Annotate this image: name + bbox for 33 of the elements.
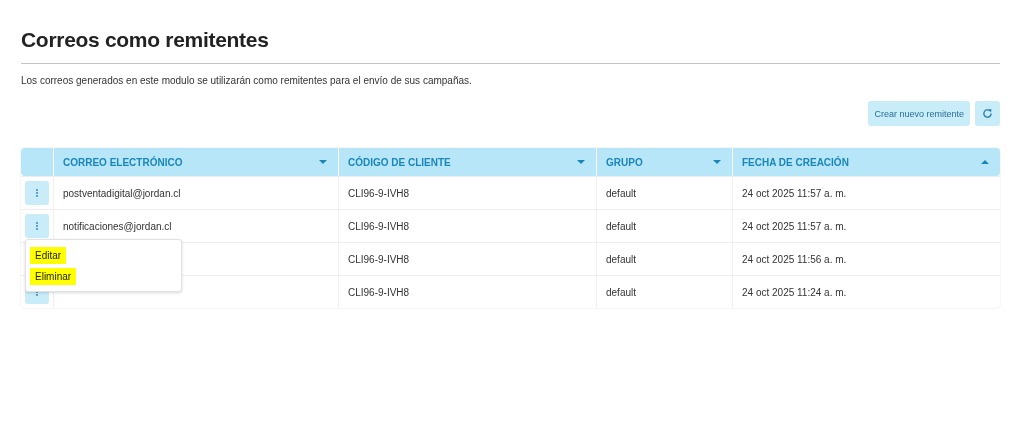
column-title: GRUPO xyxy=(606,156,643,168)
sort-icon[interactable] xyxy=(577,159,585,165)
column-title: FECHA DE CREACIÓN xyxy=(742,156,849,168)
client-code-cell: CLI96-9-IVH8 xyxy=(348,253,410,265)
sort-icon[interactable] xyxy=(713,159,721,165)
group-cell: default xyxy=(606,253,637,265)
group-cell: default xyxy=(606,286,637,298)
email-cell: notificaciones@jordan.cl xyxy=(63,220,172,232)
refresh-icon xyxy=(982,108,993,119)
menu-item[interactable]: Editar xyxy=(26,245,181,266)
date-cell: 24 oct 2025 11:57 a. m. xyxy=(742,220,847,232)
email-cell: postventadigital@jordan.cl xyxy=(63,187,181,199)
group-cell: default xyxy=(606,187,637,199)
column-title: CÓDIGO DE CLIENTE xyxy=(348,156,451,168)
client-code-cell: CLI96-9-IVH8 xyxy=(348,286,410,298)
column-header[interactable]: FECHA DE CREACIÓN xyxy=(733,148,1000,176)
client-code-cell: CLI96-9-IVH8 xyxy=(348,187,410,199)
page-description: Los correos generados en este modulo se utilizarán como remitentes para el envío de sus campañas. xyxy=(21,75,473,86)
date-cell: 24 oct 2025 11:57 a. m. xyxy=(742,187,847,199)
menu-item[interactable]: Eliminar xyxy=(26,266,181,287)
column-header[interactable]: GRUPO xyxy=(597,148,733,176)
date-cell: 24 oct 2025 11:24 a. m. xyxy=(742,286,847,298)
column-title: CORREO ELECTRÓNICO xyxy=(63,156,183,168)
client-code-cell: CLI96-9-IVH8 xyxy=(348,220,410,232)
page-title: Correos como remitentes xyxy=(21,28,270,52)
sort-icon[interactable] xyxy=(981,159,989,165)
date-cell: 24 oct 2025 11:56 a. m. xyxy=(742,253,847,265)
column-header[interactable]: CÓDIGO DE CLIENTE xyxy=(339,148,597,176)
create-sender-button[interactable]: Crear nuevo remitente xyxy=(868,101,970,126)
column-header[interactable]: CORREO ELECTRÓNICO xyxy=(54,148,339,176)
sort-icon[interactable] xyxy=(319,159,327,165)
group-cell: default xyxy=(606,220,637,232)
refresh-button[interactable] xyxy=(975,101,1000,126)
